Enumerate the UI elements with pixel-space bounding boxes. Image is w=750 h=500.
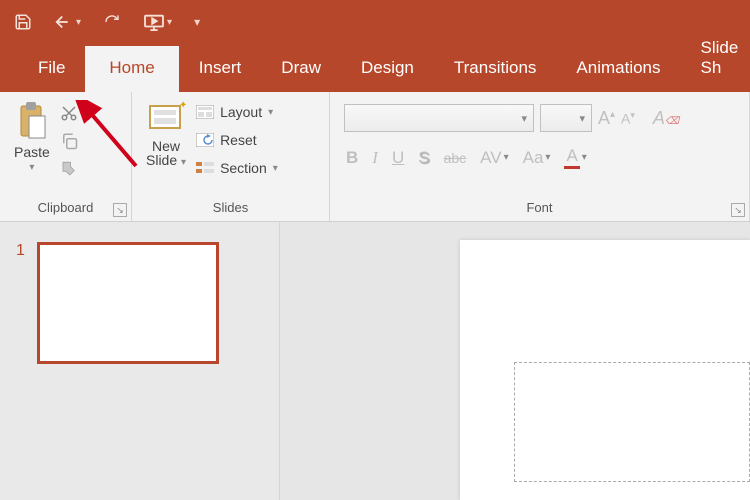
underline-button[interactable]: U <box>392 148 404 168</box>
font-dialog-launcher-icon[interactable]: ↘ <box>731 203 745 217</box>
thumbnail-preview[interactable] <box>37 242 219 364</box>
quick-access-toolbar: ▾ ▾ ▾ <box>0 0 750 44</box>
paste-label: Paste <box>14 144 50 160</box>
group-font: ▾ ▾ A▴ A▾ A⌫ B I U S abc AV▾ Aa▾ A ▾ Fon… <box>330 92 750 221</box>
section-label: Section <box>220 160 267 176</box>
tab-slideshow[interactable]: Slide Sh <box>681 26 750 92</box>
slide[interactable] <box>460 240 750 500</box>
present-from-start-icon[interactable]: ▾ <box>143 13 172 31</box>
tab-file[interactable]: File <box>18 46 85 92</box>
layout-button[interactable]: Layout ▾ <box>196 104 278 120</box>
redo-icon[interactable] <box>103 14 121 30</box>
chevron-down-icon: ▾ <box>268 107 273 118</box>
copy-icon[interactable] <box>60 132 78 150</box>
ribbon-tabs: File Home Insert Draw Design Transitions… <box>0 44 750 92</box>
char-spacing-button[interactable]: AV▾ <box>480 148 508 168</box>
thumbnail-number: 1 <box>16 242 25 364</box>
group-label-clipboard: Clipboard <box>10 200 121 219</box>
title-placeholder[interactable] <box>514 362 750 482</box>
save-icon[interactable] <box>14 13 32 31</box>
shrink-font-icon[interactable]: A▾ <box>621 110 635 127</box>
tab-home[interactable]: Home <box>85 46 178 92</box>
new-slide-button[interactable]: ✦ New Slide ▾ <box>142 98 190 170</box>
slide-canvas[interactable] <box>280 222 750 500</box>
group-slides: ✦ New Slide ▾ Layout ▾ Reset Section ▾ <box>132 92 330 221</box>
ribbon: Paste ▾ Clipboard ↘ ✦ New <box>0 92 750 222</box>
chevron-down-icon: ▾ <box>181 157 186 168</box>
reset-label: Reset <box>220 132 257 148</box>
paste-button[interactable]: Paste ▾ <box>10 98 54 175</box>
cut-icon[interactable] <box>60 104 78 122</box>
tab-draw[interactable]: Draw <box>261 46 341 92</box>
section-button[interactable]: Section ▾ <box>196 160 278 176</box>
group-label-font: Font <box>340 200 739 219</box>
font-size-combo[interactable]: ▾ <box>540 104 592 132</box>
thumbnail-slide-1[interactable]: 1 <box>16 242 263 364</box>
group-label-slides: Slides <box>142 200 319 219</box>
clear-formatting-icon[interactable]: A⌫ <box>653 108 679 129</box>
tab-transitions[interactable]: Transitions <box>434 46 557 92</box>
layout-label: Layout <box>220 104 262 120</box>
svg-text:✦: ✦ <box>179 100 186 111</box>
slide-thumbnail-pane[interactable]: 1 <box>0 222 280 500</box>
font-color-button[interactable]: A ▾ <box>564 146 586 169</box>
tab-insert[interactable]: Insert <box>179 46 262 92</box>
grow-font-icon[interactable]: A▴ <box>598 108 615 129</box>
format-painter-icon[interactable] <box>60 160 78 178</box>
text-shadow-button[interactable]: S <box>418 148 429 168</box>
group-clipboard: Paste ▾ Clipboard ↘ <box>0 92 132 221</box>
reset-button[interactable]: Reset <box>196 132 278 148</box>
change-case-button[interactable]: Aa▾ <box>523 148 551 168</box>
new-slide-label-2: Slide <box>146 152 177 168</box>
bold-button[interactable]: B <box>346 148 358 168</box>
undo-icon[interactable]: ▾ <box>54 14 81 30</box>
italic-button[interactable]: I <box>372 148 378 168</box>
clipboard-dialog-launcher-icon[interactable]: ↘ <box>113 203 127 217</box>
tab-animations[interactable]: Animations <box>556 46 680 92</box>
editor-area: 1 <box>0 222 750 500</box>
chevron-down-icon: ▾ <box>273 163 278 174</box>
chevron-down-icon: ▾ <box>29 162 34 173</box>
customize-qat-icon[interactable]: ▾ <box>194 15 200 29</box>
strikethrough-button[interactable]: abc <box>444 150 467 166</box>
font-name-combo[interactable]: ▾ <box>344 104 534 132</box>
tab-design[interactable]: Design <box>341 46 434 92</box>
